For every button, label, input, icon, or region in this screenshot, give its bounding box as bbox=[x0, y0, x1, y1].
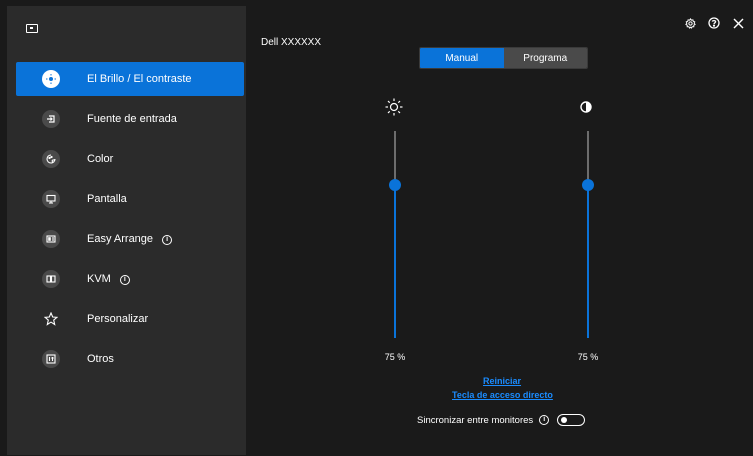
contrast-icon bbox=[579, 100, 597, 118]
brightness-slider-thumb[interactable] bbox=[389, 179, 401, 191]
info-icon[interactable]: i bbox=[162, 235, 173, 245]
brightness-value: 75 % bbox=[384, 352, 406, 362]
display-icon bbox=[42, 190, 60, 208]
sidebar-item-label: Fuente de entrada bbox=[87, 113, 177, 125]
reset-link[interactable]: Reiniciar bbox=[483, 376, 521, 386]
color-icon bbox=[42, 150, 60, 168]
brightness-slider-track-filled[interactable] bbox=[394, 185, 396, 338]
others-icon bbox=[42, 350, 60, 368]
sidebar-item-label: KVM bbox=[87, 273, 111, 285]
info-icon[interactable]: i bbox=[539, 415, 550, 425]
sidebar-item-label: Pantalla bbox=[87, 193, 127, 205]
kvm-icon bbox=[42, 270, 60, 288]
sidebar-item-label: Personalizar bbox=[87, 313, 149, 325]
contrast-value: 75 % bbox=[577, 352, 599, 362]
close-icon[interactable] bbox=[731, 16, 745, 30]
contrast-slider-track-remaining[interactable] bbox=[587, 131, 589, 185]
star-icon bbox=[42, 310, 60, 328]
sidebar-item-label-with-info: KVM i bbox=[87, 273, 130, 285]
sidebar-item-others[interactable]: Otros bbox=[16, 342, 244, 376]
gear-icon[interactable] bbox=[683, 16, 697, 30]
mode-segmented-control: Manual Programa bbox=[419, 47, 588, 69]
tab-manual[interactable]: Manual bbox=[420, 48, 504, 68]
input-source-icon bbox=[42, 110, 60, 128]
sidebar-item-label-with-info: Easy Arrange i bbox=[87, 233, 173, 245]
main-panel: Dell XXXXXX Manual Programa 75 % 75 % Re… bbox=[246, 6, 753, 455]
sidebar-item-label: Easy Arrange bbox=[87, 233, 154, 245]
brightness-icon bbox=[42, 70, 60, 88]
brightness-slider-track-remaining[interactable] bbox=[394, 131, 396, 185]
easy-arrange-icon bbox=[42, 230, 60, 248]
help-icon[interactable] bbox=[707, 16, 721, 30]
sun-icon bbox=[385, 98, 403, 116]
sidebar-item-personalize[interactable]: Personalizar bbox=[16, 302, 244, 336]
monitor-model: Dell XXXXXX bbox=[261, 37, 322, 48]
tab-programa[interactable]: Programa bbox=[503, 48, 587, 68]
sidebar-item-input-source[interactable]: Fuente de entrada bbox=[16, 102, 244, 136]
sidebar: El Brillo / El contraste Fuente de entra… bbox=[7, 6, 246, 455]
app-logo-icon bbox=[26, 24, 38, 33]
contrast-slider-thumb[interactable] bbox=[582, 179, 594, 191]
sync-toggle[interactable] bbox=[557, 414, 586, 426]
sidebar-item-label: Color bbox=[87, 153, 114, 165]
sidebar-item-label: Otros bbox=[87, 353, 114, 365]
sync-monitors-row: Sincronizar entre monitores i bbox=[417, 414, 586, 426]
sidebar-item-brightness-contrast[interactable]: El Brillo / El contraste bbox=[16, 62, 244, 96]
info-icon[interactable]: i bbox=[119, 275, 130, 285]
contrast-slider-track-filled[interactable] bbox=[587, 185, 589, 338]
toggle-knob bbox=[561, 416, 568, 423]
sync-label: Sincronizar entre monitores bbox=[417, 414, 534, 426]
sidebar-item-kvm[interactable]: KVM i bbox=[16, 262, 244, 296]
sidebar-item-display[interactable]: Pantalla bbox=[16, 182, 244, 216]
window-controls bbox=[683, 16, 745, 30]
hotkey-link[interactable]: Tecla de acceso directo bbox=[452, 390, 553, 400]
sidebar-item-label: El Brillo / El contraste bbox=[87, 73, 192, 85]
sidebar-item-easy-arrange[interactable]: Easy Arrange i bbox=[16, 222, 244, 256]
sidebar-item-color[interactable]: Color bbox=[16, 142, 244, 176]
